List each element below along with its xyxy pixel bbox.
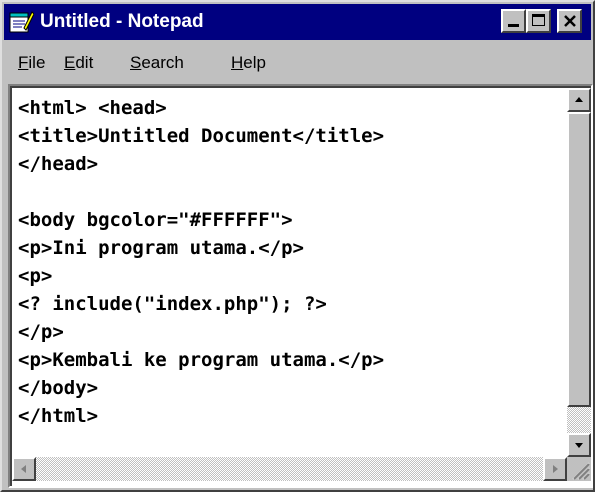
- vertical-scroll-thumb[interactable]: [567, 112, 591, 407]
- scroll-up-button[interactable]: [567, 88, 591, 112]
- code-line: </head>: [18, 153, 99, 175]
- code-line: <title>Untitled Document</title>: [18, 125, 385, 147]
- vertical-scrollbar[interactable]: [567, 88, 591, 457]
- menu-help[interactable]: Help: [231, 53, 266, 73]
- menu-help-rest: elp: [243, 53, 266, 72]
- client-area: <html> <head> <title>Untitled Document</t…: [8, 84, 593, 488]
- resize-grip-icon: [572, 462, 590, 480]
- scroll-down-button[interactable]: [567, 433, 591, 457]
- resize-grip[interactable]: [567, 457, 591, 481]
- menu-bar: File Edit Search Help: [4, 44, 591, 78]
- menu-edit-rest: dit: [75, 53, 94, 72]
- arrow-down-icon: [575, 443, 583, 448]
- close-icon: [564, 15, 576, 27]
- title-bar[interactable]: Untitled - Notepad: [4, 4, 591, 40]
- close-button[interactable]: [557, 9, 582, 33]
- scroll-left-button[interactable]: [12, 457, 36, 481]
- code-line: <p>Ini program utama.</p>: [18, 237, 304, 259]
- editor-content: <html> <head> <title>Untitled Document</t…: [18, 94, 384, 430]
- minimize-button[interactable]: [501, 9, 526, 33]
- code-line: </p>: [18, 321, 64, 343]
- arrow-right-icon: [553, 465, 558, 473]
- code-line: </body>: [18, 377, 99, 399]
- code-line: <p>: [18, 265, 53, 287]
- horizontal-scrollbar[interactable]: [12, 457, 567, 481]
- maximize-icon: [532, 14, 545, 26]
- menu-file-rest: ile: [28, 53, 46, 72]
- code-line: <? include("index.php"); ?>: [18, 293, 327, 315]
- menu-file[interactable]: File: [18, 53, 45, 73]
- menu-file-mnemonic: F: [18, 53, 29, 72]
- window-title: Untitled - Notepad: [40, 11, 204, 32]
- menu-edit-mnemonic: E: [64, 53, 76, 72]
- maximize-button[interactable]: [526, 9, 551, 33]
- code-line: <p>Kembali ke program utama.</p>: [18, 349, 385, 371]
- notepad-icon: [9, 11, 34, 33]
- scroll-right-button[interactable]: [543, 457, 567, 481]
- notepad-window: Untitled - Notepad File Edit Search Help…: [0, 0, 595, 492]
- arrow-up-icon: [575, 97, 583, 102]
- menu-search-rest: earch: [141, 53, 184, 72]
- code-line: <html> <head>: [18, 97, 167, 119]
- menu-help-mnemonic: H: [231, 53, 244, 72]
- code-line: </html>: [18, 405, 99, 427]
- minimize-icon: [508, 24, 519, 27]
- client-inner: <html> <head> <title>Untitled Document</t…: [10, 86, 591, 486]
- menu-edit[interactable]: Edit: [64, 53, 93, 73]
- text-editor[interactable]: <html> <head> <title>Untitled Document</t…: [12, 88, 567, 457]
- menu-search-mnemonic: S: [130, 53, 142, 72]
- arrow-left-icon: [21, 465, 26, 473]
- menu-search[interactable]: Search: [130, 53, 184, 73]
- code-line: <body bgcolor="#FFFFFF">: [18, 209, 293, 231]
